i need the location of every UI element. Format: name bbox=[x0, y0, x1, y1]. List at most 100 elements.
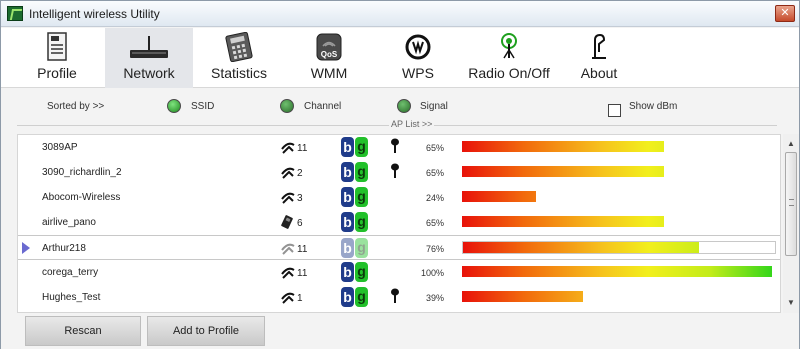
ap-channel: 1 bbox=[297, 293, 303, 304]
toolbar-wmm-label: WMM bbox=[310, 65, 348, 81]
ap-list-row[interactable]: Abocom-Wireless 3 b g 24% bbox=[18, 185, 780, 210]
sort-channel-label: Channel bbox=[304, 101, 342, 112]
svg-text:g: g bbox=[357, 138, 366, 154]
profile-icon bbox=[47, 32, 67, 61]
svg-text:b: b bbox=[343, 189, 352, 205]
wireless-mode-bg-icon: bg bbox=[340, 238, 370, 258]
ap-list-row[interactable]: Hughes_Test 1 b g 39% bbox=[18, 285, 780, 310]
signal-strength-bar bbox=[462, 291, 583, 302]
wireless-mode-bg-icon: bg bbox=[340, 212, 370, 232]
ap-list-row[interactable]: 3089AP 11 b g 65% bbox=[18, 135, 780, 160]
toolbar-statistics-label: Statistics bbox=[210, 65, 267, 81]
toolbar-wmm-button[interactable]: QoS WMM bbox=[297, 28, 361, 88]
button-bar: Rescan Add to Profile bbox=[1, 314, 799, 349]
toolbar-statistics-button[interactable]: Statistics bbox=[201, 28, 277, 88]
toolbar-profile-button[interactable]: Profile bbox=[19, 28, 95, 88]
infrastructure-icon bbox=[280, 264, 296, 283]
rescan-button[interactable]: Rescan bbox=[25, 316, 141, 346]
ap-channel: 11 bbox=[297, 143, 308, 154]
utility-window: Intelligent wireless Utility ✕ Profile N… bbox=[0, 0, 800, 349]
signal-bar-track bbox=[462, 141, 776, 154]
toolbar-wps-button[interactable]: WPS bbox=[387, 28, 449, 88]
sort-signal-radio[interactable] bbox=[397, 99, 411, 113]
ap-signal-percent: 24% bbox=[425, 193, 444, 203]
svg-text:b: b bbox=[343, 214, 352, 230]
ap-signal-percent: 65% bbox=[425, 143, 444, 153]
toolbar-radio-label: Radio On/Off bbox=[468, 65, 550, 81]
show-dbm-checkbox[interactable] bbox=[608, 104, 621, 117]
svg-text:g: g bbox=[357, 188, 366, 204]
show-dbm-label: Show dBm bbox=[629, 101, 678, 112]
signal-strength-bar bbox=[462, 191, 536, 202]
add-to-profile-button[interactable]: Add to Profile bbox=[147, 316, 265, 346]
mode-b-g-glyph-icon: bg bbox=[341, 238, 368, 258]
qos-badge-text: QoS bbox=[321, 50, 338, 59]
sort-channel-radio[interactable] bbox=[280, 99, 294, 113]
mode-b-g-glyph-icon: bg bbox=[341, 212, 368, 232]
adhoc-device-glyph-icon bbox=[281, 215, 293, 229]
mode-b-g-glyph-icon: bg bbox=[341, 137, 368, 157]
sort-ssid-radio[interactable] bbox=[167, 99, 181, 113]
ap-list-row[interactable]: Arthur218 11 b g 76% bbox=[18, 235, 780, 260]
access-point-glyph-icon bbox=[281, 267, 295, 279]
sort-ssid-label: SSID bbox=[191, 101, 215, 112]
ap-list[interactable]: 3089AP 11 b g 65% 3090_richardlin_2 2 b g 65% Aboc… bbox=[17, 134, 781, 313]
ap-ssid: corega_terry bbox=[42, 267, 99, 278]
ap-channel: 11 bbox=[297, 268, 308, 279]
mode-b-g-glyph-icon: bg bbox=[341, 162, 368, 182]
ap-list-scrollbar[interactable]: ▲ ▼ bbox=[783, 134, 799, 313]
wireless-mode-bg-icon: bg bbox=[340, 162, 370, 182]
scroll-down-arrow-icon[interactable]: ▼ bbox=[783, 295, 799, 311]
access-point-glyph-icon bbox=[281, 142, 295, 154]
wireless-mode-bg-icon: bg bbox=[340, 137, 370, 157]
ap-list-row[interactable]: airlive_pano 6 b g 65% bbox=[18, 210, 780, 235]
access-point-glyph-icon bbox=[281, 167, 295, 179]
scroll-thumb[interactable] bbox=[785, 152, 797, 256]
svg-text:g: g bbox=[357, 213, 366, 229]
key-glyph-icon bbox=[391, 288, 399, 303]
main-toolbar: Profile Network Statistics QoS WMM WPS R… bbox=[1, 28, 799, 88]
toolbar-about-label: About bbox=[580, 65, 618, 81]
access-point-glyph-icon bbox=[281, 292, 295, 304]
wireless-mode-bg-icon: bg bbox=[340, 287, 370, 307]
svg-text:b: b bbox=[343, 139, 352, 155]
signal-bar-track bbox=[462, 166, 776, 179]
ap-ssid: Arthur218 bbox=[42, 243, 86, 254]
about-icon bbox=[592, 33, 606, 59]
signal-bar-track bbox=[462, 191, 776, 204]
ap-channel: 11 bbox=[297, 244, 308, 255]
access-point-glyph-icon bbox=[281, 243, 295, 255]
wireless-mode-bg-icon: bg bbox=[340, 262, 370, 282]
qos-icon: QoS bbox=[316, 33, 342, 61]
toolbar-network-button[interactable]: Network bbox=[105, 28, 193, 88]
infrastructure-icon bbox=[280, 289, 296, 308]
router-icon bbox=[130, 36, 168, 58]
svg-text:g: g bbox=[357, 163, 366, 179]
ap-list-row[interactable]: 3090_richardlin_2 2 b g 65% bbox=[18, 160, 780, 185]
wireless-mode-bg-icon: bg bbox=[340, 187, 370, 207]
mode-b-g-glyph-icon: bg bbox=[341, 287, 368, 307]
ap-list-row[interactable]: corega_terry 11 b g 100% bbox=[18, 260, 780, 285]
signal-bar-track bbox=[462, 291, 776, 304]
key-glyph-icon bbox=[391, 138, 399, 153]
svg-text:b: b bbox=[343, 164, 352, 180]
ap-ssid: Abocom-Wireless bbox=[42, 192, 121, 203]
signal-bar-track bbox=[462, 241, 776, 254]
window-title: Intelligent wireless Utility bbox=[29, 7, 160, 21]
calculator-icon bbox=[225, 32, 253, 62]
ap-channel: 3 bbox=[297, 193, 303, 204]
security-key-icon bbox=[390, 163, 400, 182]
toolbar-about-button[interactable]: About bbox=[569, 28, 629, 88]
infrastructure-icon bbox=[280, 139, 296, 158]
sort-signal-label: Signal bbox=[420, 101, 448, 112]
svg-text:g: g bbox=[357, 288, 366, 304]
signal-bar-track bbox=[462, 266, 776, 279]
app-logo-icon bbox=[7, 6, 23, 21]
signal-strength-bar bbox=[462, 216, 664, 227]
close-button[interactable]: ✕ bbox=[775, 5, 795, 22]
scroll-up-arrow-icon[interactable]: ▲ bbox=[783, 136, 799, 152]
ap-channel: 6 bbox=[297, 218, 303, 229]
scroll-grip-icon bbox=[789, 199, 794, 206]
toolbar-profile-label: Profile bbox=[37, 65, 77, 81]
toolbar-radio-button[interactable]: Radio On/Off bbox=[461, 28, 557, 88]
